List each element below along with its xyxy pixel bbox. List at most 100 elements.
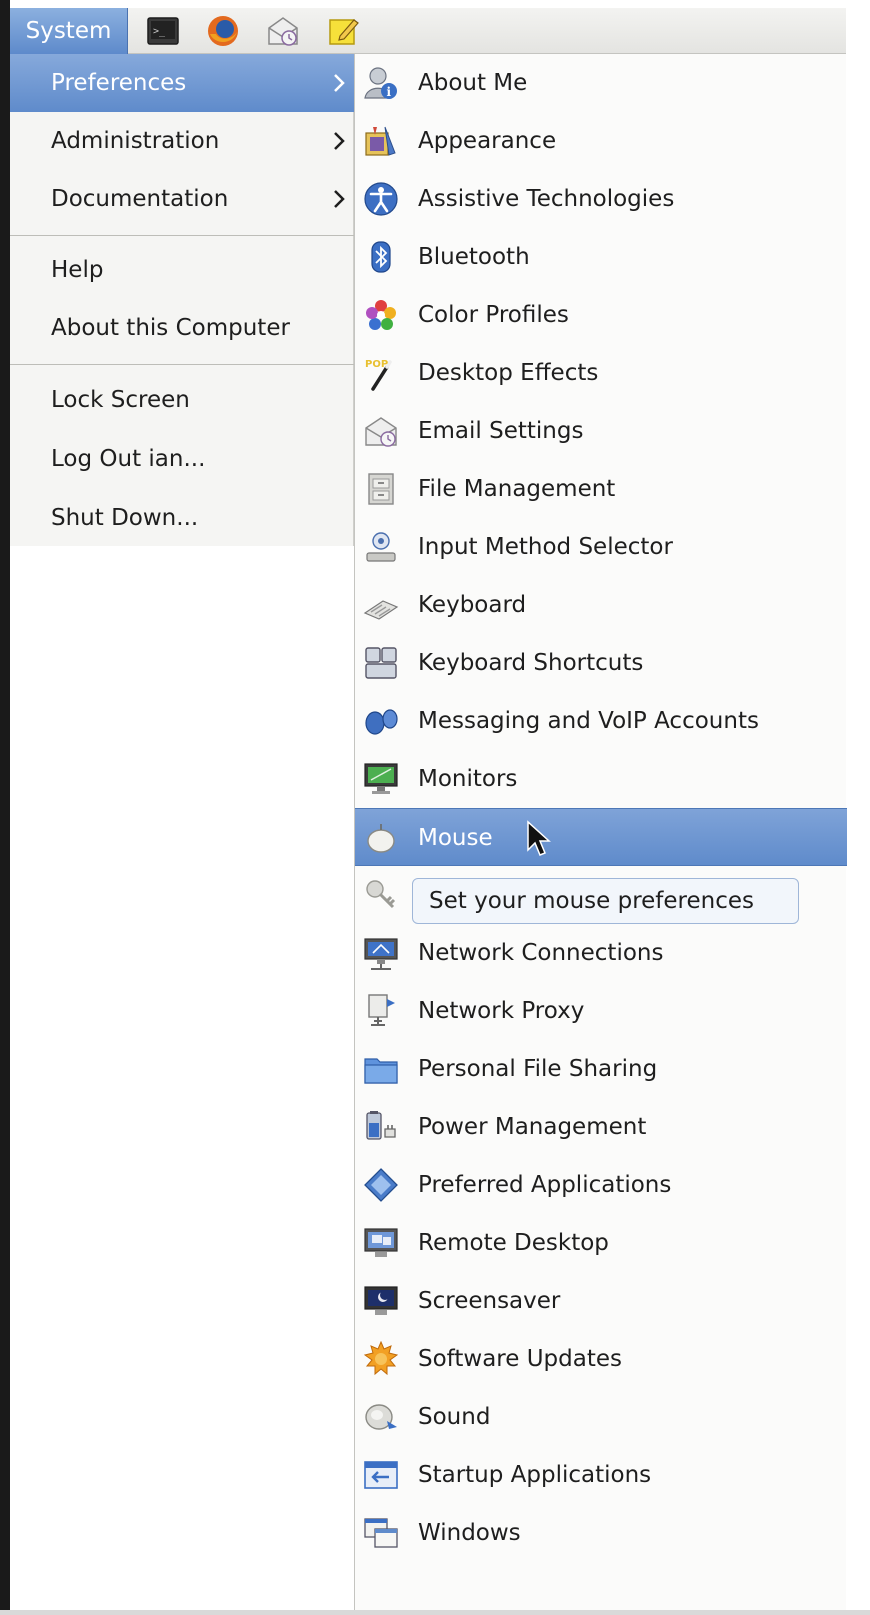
menu-item-label: About Me: [418, 70, 528, 96]
network-authentication-icon: [366, 880, 396, 909]
menu-item-color-profiles[interactable]: Color Profiles: [355, 286, 847, 344]
firefox-icon[interactable]: [206, 14, 240, 48]
chevron-right-icon: [334, 74, 345, 92]
menu-item-messaging-voip[interactable]: Messaging and VoIP Accounts: [355, 692, 847, 750]
menu-item-email-settings[interactable]: Email Settings: [355, 402, 847, 460]
menu-item-label: Color Profiles: [418, 302, 569, 328]
menu-item-log-out[interactable]: Log Out ian...: [10, 430, 354, 488]
menu-item-label: Appearance: [418, 128, 557, 154]
svg-text:POP: POP: [365, 359, 388, 370]
menu-item-help[interactable]: Help: [10, 241, 354, 299]
menu-item-label: Preferences: [51, 70, 187, 96]
terminal-icon[interactable]: >_: [146, 14, 180, 48]
menu-item-label: Documentation: [51, 186, 229, 212]
menu-item-label: About this Computer: [51, 315, 290, 341]
menu-item-mouse[interactable]: Mouse: [355, 808, 847, 866]
menu-item-windows[interactable]: Windows: [355, 1504, 847, 1562]
mouse-pointer-icon: [527, 820, 551, 856]
color-profiles-icon: [366, 300, 396, 330]
menu-item-label: File Management: [418, 476, 616, 502]
mouse-icon: [367, 824, 395, 853]
menu-item-label: Keyboard Shortcuts: [418, 650, 644, 676]
menu-separator: [10, 235, 354, 236]
menu-item-label: Bluetooth: [418, 244, 530, 270]
menu-item-label: Input Method Selector: [418, 534, 673, 560]
menu-item-screensaver[interactable]: Screensaver: [355, 1272, 847, 1330]
menu-item-assistive-technologies[interactable]: Assistive Technologies: [355, 170, 847, 228]
svg-text:i: i: [387, 85, 392, 99]
file-sharing-icon: [364, 1058, 398, 1084]
network-proxy-icon: [368, 994, 395, 1026]
menu-item-startup-applications[interactable]: Startup Applications: [355, 1446, 847, 1504]
windows-icon: [364, 1518, 398, 1548]
menu-item-administration[interactable]: Administration: [10, 112, 354, 170]
startup-applications-icon: [364, 1461, 398, 1489]
system-menu-button[interactable]: System: [10, 8, 128, 54]
menu-item-label: Sound: [418, 1404, 491, 1430]
menu-item-keyboard-shortcuts[interactable]: Keyboard Shortcuts: [355, 634, 847, 692]
monitors-icon: [364, 763, 398, 794]
menu-item-about-this-computer[interactable]: About this Computer: [10, 299, 354, 357]
menu-item-monitors[interactable]: Monitors: [355, 750, 847, 808]
email-settings-icon: [365, 417, 397, 447]
menu-item-lock-screen[interactable]: Lock Screen: [10, 371, 354, 429]
screen-bottom-edge: [0, 1610, 870, 1615]
menu-item-label: Desktop Effects: [418, 360, 599, 386]
menu-item-label: Lock Screen: [51, 387, 190, 413]
top-panel: System >_: [10, 8, 846, 54]
menu-item-file-management[interactable]: File Management: [355, 460, 847, 518]
menu-item-label: Log Out ian...: [51, 446, 206, 472]
menu-item-sound[interactable]: Sound: [355, 1388, 847, 1446]
menu-item-appearance[interactable]: Appearance: [355, 112, 847, 170]
bluetooth-icon: [371, 241, 391, 273]
menu-item-preferences[interactable]: Preferences: [10, 54, 354, 112]
network-connections-icon: [364, 938, 398, 970]
menu-item-label: Shut Down...: [51, 505, 199, 531]
email-settings-icon[interactable]: [266, 14, 300, 48]
menu-item-label: Remote Desktop: [418, 1230, 609, 1256]
menu-separator: [10, 364, 354, 365]
menu-item-label: Network Proxy: [418, 998, 585, 1024]
remote-desktop-icon: [364, 1228, 398, 1257]
menu-item-label: Startup Applications: [418, 1462, 652, 1488]
menu-item-label: Administration: [51, 128, 220, 154]
preferred-applications-icon: [364, 1168, 398, 1202]
menu-item-keyboard[interactable]: Keyboard: [355, 576, 847, 634]
menu-item-about-me[interactable]: i About Me: [355, 54, 847, 112]
menu-item-power-management[interactable]: Power Management: [355, 1098, 847, 1156]
sound-icon: [365, 1404, 397, 1430]
menu-item-label: Power Management: [418, 1114, 647, 1140]
keyboard-shortcuts-icon: [365, 647, 397, 679]
notes-icon[interactable]: [326, 14, 360, 48]
menu-item-shut-down[interactable]: Shut Down...: [10, 489, 354, 547]
menu-item-network-proxy[interactable]: Network Proxy: [355, 982, 847, 1040]
menu-item-input-method-selector[interactable]: Input Method Selector: [355, 518, 847, 576]
menu-item-documentation[interactable]: Documentation: [10, 170, 354, 228]
appearance-icon: [365, 126, 396, 156]
file-management-icon: [368, 473, 394, 505]
accessibility-icon: [364, 182, 398, 216]
menu-item-personal-file-sharing[interactable]: Personal File Sharing: [355, 1040, 847, 1098]
menu-item-label: Help: [51, 257, 104, 283]
menu-item-preferred-applications[interactable]: Preferred Applications: [355, 1156, 847, 1214]
menu-item-remote-desktop[interactable]: Remote Desktop: [355, 1214, 847, 1272]
input-method-icon: [366, 532, 396, 562]
menu-item-label: Messaging and VoIP Accounts: [418, 708, 759, 734]
power-management-icon: [366, 1111, 396, 1140]
chevron-right-icon: [334, 132, 345, 150]
menu-item-label: Software Updates: [418, 1346, 622, 1372]
software-updates-icon: [363, 1341, 399, 1376]
system-menu: Preferences Administration Documentation…: [10, 54, 354, 546]
menu-item-software-updates[interactable]: Software Updates: [355, 1330, 847, 1388]
menu-item-network-connections[interactable]: Network Connections: [355, 924, 847, 982]
menu-item-desktop-effects[interactable]: POP Desktop Effects: [355, 344, 847, 402]
menu-item-bluetooth[interactable]: Bluetooth: [355, 228, 847, 286]
mouse-tooltip: Set your mouse preferences: [412, 878, 799, 924]
menu-item-label: Mouse: [418, 825, 493, 851]
messaging-icon: [365, 709, 398, 735]
about-me-icon: i: [364, 67, 397, 99]
preferences-submenu: i About Me Appearance Assistive Technolo…: [354, 54, 847, 1610]
menu-item-label: Keyboard: [418, 592, 527, 618]
menu-item-label: Assistive Technologies: [418, 186, 675, 212]
menu-item-label: Network Connections: [418, 940, 664, 966]
